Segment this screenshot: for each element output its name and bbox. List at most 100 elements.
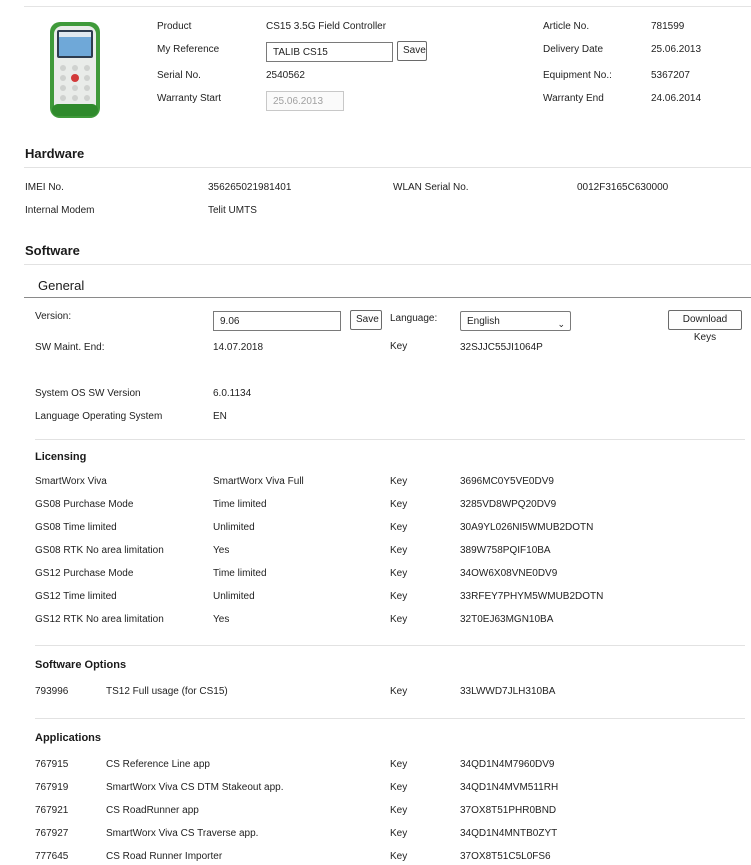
warranty-end-label: Warranty End bbox=[543, 93, 604, 104]
options-divider bbox=[35, 645, 745, 646]
application-name: CS Road Runner Importer bbox=[106, 851, 223, 862]
application-key: 34QD1N4M7960DV9 bbox=[460, 759, 555, 770]
product-value: CS15 3.5G Field Controller bbox=[266, 21, 387, 32]
article-value: 781599 bbox=[651, 21, 685, 32]
application-id: 767927 bbox=[35, 828, 69, 839]
license-key-label: Key bbox=[390, 614, 408, 625]
license-key: 33RFEY7PHYM5WMUB2DOTN bbox=[460, 591, 604, 602]
version-save-button[interactable]: Save bbox=[350, 310, 382, 330]
language-os-value: EN bbox=[213, 411, 227, 422]
delivery-value: 25.06.2013 bbox=[651, 44, 702, 55]
warranty-start-input bbox=[266, 91, 344, 111]
license-key: 30A9YL026NI5WMUB2DOTN bbox=[460, 522, 594, 533]
chevron-down-icon: ⌄ bbox=[557, 319, 565, 329]
license-key-label: Key bbox=[390, 545, 408, 556]
version-label: Version: bbox=[35, 311, 72, 322]
license-key-label: Key bbox=[390, 568, 408, 579]
software-heading: Software bbox=[25, 243, 80, 258]
option-name: TS12 Full usage (for CS15) bbox=[106, 686, 228, 697]
license-name: GS08 Purchase Mode bbox=[35, 499, 134, 510]
general-heading: General bbox=[38, 278, 85, 293]
software-divider bbox=[24, 264, 751, 265]
application-id: 767921 bbox=[35, 805, 69, 816]
option-id: 793996 bbox=[35, 686, 69, 697]
general-divider bbox=[24, 297, 751, 298]
wlan-label: WLAN Serial No. bbox=[393, 182, 469, 193]
license-value: Yes bbox=[213, 614, 230, 625]
imei-value: 356265021981401 bbox=[208, 182, 292, 193]
application-id: 767919 bbox=[35, 782, 69, 793]
license-name: GS12 Time limited bbox=[35, 591, 117, 602]
article-label: Article No. bbox=[543, 21, 590, 32]
license-key: 34OW6X08VNE0DV9 bbox=[460, 568, 558, 579]
application-key: 37OX8T51PHR0BND bbox=[460, 805, 557, 816]
application-id: 777645 bbox=[35, 851, 69, 862]
language-label: Language: bbox=[390, 313, 438, 324]
reference-input[interactable] bbox=[266, 42, 393, 62]
serial-label: Serial No. bbox=[157, 70, 201, 81]
application-key-label: Key bbox=[390, 759, 408, 770]
sw-maint-label: SW Maint. End: bbox=[35, 342, 105, 353]
application-key-label: Key bbox=[390, 828, 408, 839]
sw-key-label: Key bbox=[390, 341, 408, 352]
download-keys-button[interactable]: Download Keys bbox=[668, 310, 742, 343]
application-key-label: Key bbox=[390, 805, 408, 816]
product-label: Product bbox=[157, 21, 192, 32]
warranty-start-label: Warranty Start bbox=[157, 93, 222, 104]
application-key-label: Key bbox=[390, 782, 408, 793]
license-name: GS12 Purchase Mode bbox=[35, 568, 134, 579]
application-key: 34QD1N4MVM511RH bbox=[460, 782, 559, 793]
license-key: 32T0EJ63MGN10BA bbox=[460, 614, 554, 625]
modem-label: Internal Modem bbox=[25, 205, 95, 216]
license-value: SmartWorx Viva Full bbox=[213, 476, 304, 487]
language-select[interactable]: English ⌄ bbox=[460, 311, 571, 331]
licensing-heading: Licensing bbox=[35, 451, 87, 463]
license-value: Unlimited bbox=[213, 522, 255, 533]
license-key: 3696MC0Y5VE0DV9 bbox=[460, 476, 554, 487]
warranty-end-value: 24.06.2014 bbox=[651, 93, 702, 104]
license-name: SmartWorx Viva bbox=[35, 476, 107, 487]
licensing-divider bbox=[35, 439, 745, 440]
license-name: GS08 RTK No area limitation bbox=[35, 545, 164, 556]
applications-heading: Applications bbox=[35, 732, 102, 744]
imei-label: IMEI No. bbox=[25, 182, 64, 193]
license-key: 389W758PQIF10BA bbox=[460, 545, 551, 556]
application-name: CS RoadRunner app bbox=[106, 805, 199, 816]
os-version-label: System OS SW Version bbox=[35, 388, 141, 399]
license-key: 3285VD8WPQ20DV9 bbox=[460, 499, 557, 510]
license-key-label: Key bbox=[390, 522, 408, 533]
applications-divider bbox=[35, 718, 745, 719]
license-value: Unlimited bbox=[213, 591, 255, 602]
wlan-value: 0012F3165C630000 bbox=[577, 182, 669, 193]
hardware-heading: Hardware bbox=[25, 146, 85, 161]
option-key: 33LWWD7JLH310BA bbox=[460, 686, 556, 697]
application-id: 767915 bbox=[35, 759, 69, 770]
software-options-heading: Software Options bbox=[35, 659, 127, 671]
equipment-value: 5367207 bbox=[651, 70, 690, 81]
application-name: CS Reference Line app bbox=[106, 759, 210, 770]
language-select-value: English bbox=[467, 316, 500, 327]
option-key-label: Key bbox=[390, 686, 408, 697]
application-name: SmartWorx Viva CS DTM Stakeout app. bbox=[106, 782, 284, 793]
application-key-label: Key bbox=[390, 851, 408, 862]
field-controller-image bbox=[50, 22, 100, 118]
license-value: Yes bbox=[213, 545, 230, 556]
application-key: 34QD1N4MNTB0ZYT bbox=[460, 828, 558, 839]
license-key-label: Key bbox=[390, 499, 408, 510]
language-os-label: Language Operating System bbox=[35, 411, 163, 422]
serial-value: 2540562 bbox=[266, 70, 305, 81]
license-key-label: Key bbox=[390, 591, 408, 602]
license-key-label: Key bbox=[390, 476, 408, 487]
modem-value: Telit UMTS bbox=[208, 205, 257, 216]
reference-save-button[interactable]: Save bbox=[397, 41, 427, 61]
license-value: Time limited bbox=[213, 499, 267, 510]
license-name: GS08 Time limited bbox=[35, 522, 117, 533]
hardware-divider bbox=[24, 167, 751, 168]
os-version-value: 6.0.1134 bbox=[213, 388, 252, 399]
reference-label: My Reference bbox=[157, 44, 220, 55]
sw-maint-value: 14.07.2018 bbox=[213, 342, 264, 353]
equipment-label: Equipment No.: bbox=[543, 70, 612, 81]
version-input[interactable] bbox=[213, 311, 341, 331]
license-name: GS12 RTK No area limitation bbox=[35, 614, 164, 625]
application-name: SmartWorx Viva CS Traverse app. bbox=[106, 828, 259, 839]
